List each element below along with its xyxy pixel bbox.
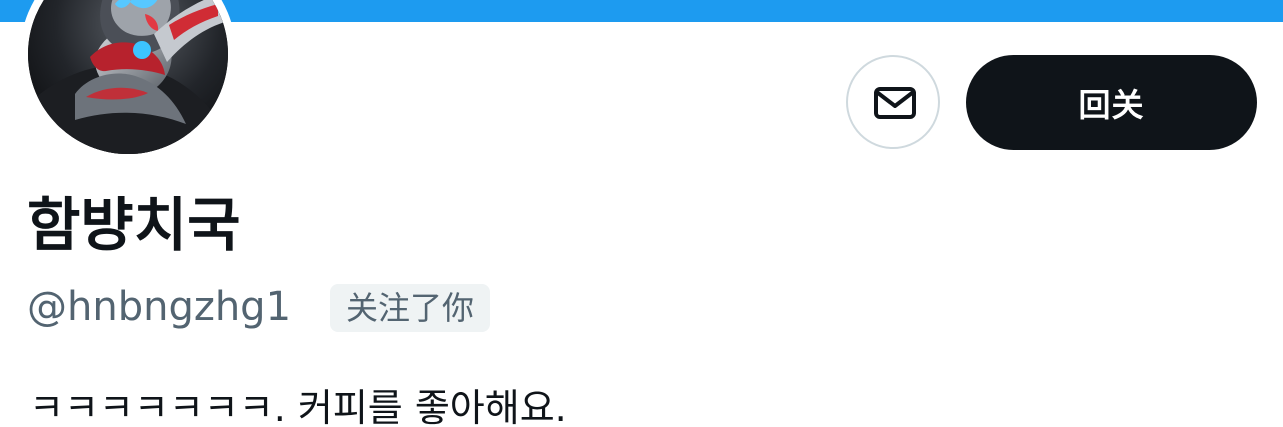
avatar-image <box>28 0 228 154</box>
avatar[interactable] <box>28 0 228 154</box>
follow-back-button[interactable]: 回关 <box>966 55 1257 150</box>
display-name: 함뱡치국 <box>27 191 241 259</box>
follows-you-badge: 关注了你 <box>330 284 491 332</box>
profile-header: 回关 함뱡치국 @hnbngzhg1 关注了你 ㅋㅋㅋㅋㅋㅋㅋ. 커피를 좋아해… <box>0 0 1283 427</box>
profile-bio: ㅋㅋㅋㅋㅋㅋㅋ. 커피를 좋아해요. <box>29 386 567 427</box>
mail-icon <box>874 87 916 119</box>
follow-back-label: 回关 <box>1078 85 1145 124</box>
message-button[interactable] <box>846 55 940 149</box>
profile-handle: @hnbngzhg1 <box>27 284 292 330</box>
avatar-border <box>20 0 236 162</box>
